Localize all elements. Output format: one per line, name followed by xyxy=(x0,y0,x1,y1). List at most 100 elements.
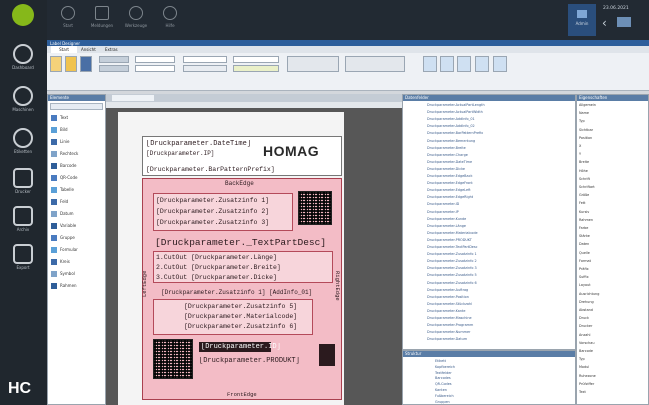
property-row[interactable]: Ausrichtung xyxy=(579,292,646,297)
header-datetime[interactable]: [Druckparameter.DateTime] xyxy=(146,140,251,148)
rail-item-export[interactable]: Export xyxy=(6,244,40,278)
property-row[interactable]: Ruhezone xyxy=(579,374,646,379)
qr-code-bottom[interactable] xyxy=(153,339,193,379)
tool-item[interactable]: Variable xyxy=(51,221,76,230)
save-icon[interactable] xyxy=(80,56,92,72)
field-list-item[interactable]: Druckparameter.BarPatternPrefix xyxy=(427,131,571,136)
property-row[interactable]: Position xyxy=(579,136,646,141)
property-row[interactable]: Schriftart xyxy=(579,185,646,190)
field-list-item[interactable]: Druckparameter.Programm xyxy=(427,323,571,328)
part-description[interactable]: [Druckparameter._TextPartDesc] xyxy=(155,237,326,248)
property-row[interactable]: Modul xyxy=(579,365,646,370)
rail-item-maschinen[interactable]: Maschinen xyxy=(6,86,40,120)
topbar-werkzeuge[interactable]: Werkzeuge xyxy=(119,6,153,28)
settings-icon[interactable] xyxy=(493,56,507,72)
font-select[interactable] xyxy=(135,56,175,63)
property-row[interactable]: Daten xyxy=(579,242,646,247)
forward-icon[interactable] xyxy=(617,17,631,27)
field-list-item[interactable]: Druckparameter.Zusatzinfo 2 xyxy=(427,259,571,264)
property-row[interactable]: Quelle xyxy=(579,251,646,256)
tool-item[interactable]: Text xyxy=(51,113,68,122)
field-list-item[interactable]: Druckparameter.Bemerkung xyxy=(427,139,571,144)
tab-ansicht[interactable]: Ansicht xyxy=(81,46,96,53)
field-produkt[interactable]: [Druckparameter.PRODUKT] xyxy=(199,357,300,365)
field-id[interactable]: [Druckparameter.ID] xyxy=(201,343,281,351)
rail-item-etiketten[interactable]: Etiketten xyxy=(6,128,40,162)
tool-item[interactable]: Kreis xyxy=(51,257,70,266)
header-box[interactable]: [Druckparameter.DateTime] [Druckparamete… xyxy=(142,136,342,176)
structure-item[interactable]: Barcodes xyxy=(435,376,571,381)
admin-button[interactable]: Admin xyxy=(568,4,596,36)
structure-item[interactable]: Fußbereich xyxy=(435,394,571,399)
color-palette[interactable] xyxy=(233,65,279,72)
structure-item[interactable]: Gruppen xyxy=(435,400,571,405)
tool-item[interactable]: Datum xyxy=(51,209,74,218)
field-list-item[interactable]: Druckparameter.Zusatzinfo 6 xyxy=(427,281,571,286)
topbar-hilfe[interactable]: Hilfe xyxy=(153,6,187,28)
size-select[interactable] xyxy=(135,65,175,72)
field-list-item[interactable]: Druckparameter.Position xyxy=(427,295,571,300)
field-list-item[interactable]: Druckparameter.Kante xyxy=(427,309,571,314)
property-row[interactable]: Fett xyxy=(579,201,646,206)
field-list-item[interactable]: Druckparameter.TextPartDesc xyxy=(427,245,571,250)
topbar-meldungen[interactable]: Meldungen xyxy=(85,6,119,28)
property-row[interactable]: Allgemein xyxy=(579,103,646,108)
tool-item[interactable]: Gruppe xyxy=(51,233,75,242)
property-row[interactable]: Druck xyxy=(579,316,646,321)
preview-icon[interactable] xyxy=(440,56,454,72)
icon-block[interactable] xyxy=(319,344,335,366)
field-list-item[interactable]: Druckparameter.EdgeFront xyxy=(427,181,571,186)
field-list-item[interactable]: Druckparameter.Stückzahl xyxy=(427,302,571,307)
property-row[interactable]: Y xyxy=(579,152,646,157)
tool-item[interactable]: Rechteck xyxy=(51,149,78,158)
property-row[interactable]: Format xyxy=(579,259,646,264)
back-icon[interactable]: ‹ xyxy=(602,16,607,30)
property-row[interactable]: Abstand xyxy=(579,308,646,313)
field-list-item[interactable]: Druckparameter.Maschine xyxy=(427,316,571,321)
field-zusatzinfo-2[interactable]: [Druckparameter.Zusatzinfo 2] xyxy=(156,208,269,215)
tool-item[interactable]: Feld xyxy=(51,197,68,206)
tool-item[interactable]: Symbol xyxy=(51,269,75,278)
property-row[interactable]: Präfix xyxy=(579,267,646,272)
property-row[interactable]: Suffix xyxy=(579,275,646,280)
field-list-item[interactable]: Druckparameter.Auftrag xyxy=(427,288,571,293)
tool-item[interactable]: Rahmen xyxy=(51,281,77,290)
tool-item[interactable]: Tabelle xyxy=(51,185,74,194)
info-row[interactable]: [Druckparameter.Zusatzinfo 1] [AddInfo_0… xyxy=(161,289,312,296)
toolbox-search-input[interactable] xyxy=(50,103,103,110)
property-row[interactable]: Stärke xyxy=(579,234,646,239)
tool-item[interactable]: Linie xyxy=(51,137,69,146)
property-row[interactable]: Vorschau xyxy=(579,341,646,346)
cutout-2[interactable]: 2.CutOut [Druckparameter.Breite] xyxy=(156,264,281,271)
field-list-item[interactable]: Druckparameter.EdgeBack xyxy=(427,174,571,179)
qr-code-top[interactable] xyxy=(298,191,332,225)
cutout-group[interactable]: 1.CutOut [Druckparameter.Länge] 2.CutOut… xyxy=(153,251,333,283)
header-ip[interactable]: [Druckparameter.IP] xyxy=(146,150,214,157)
tool-item[interactable]: Barcode xyxy=(51,161,76,170)
tab-extras[interactable]: Extras xyxy=(105,46,118,53)
field-list-item[interactable]: Druckparameter.Materialcode xyxy=(427,231,571,236)
new-file-icon[interactable] xyxy=(50,56,62,72)
field-list-item[interactable]: Druckparameter.Datum xyxy=(427,337,571,342)
field-list-item[interactable]: Druckparameter.EdgeRight xyxy=(427,195,571,200)
rail-item-archiv[interactable]: Archiv xyxy=(6,206,40,240)
field-list-item[interactable]: Druckparameter.Zusatzinfo 5 xyxy=(427,273,571,278)
field-list-item[interactable]: Druckparameter.AddInfo_02 xyxy=(427,124,571,129)
property-row[interactable]: Typ xyxy=(579,119,646,124)
property-row[interactable]: Kursiv xyxy=(579,210,646,215)
field-zusatzinfo-3[interactable]: [Druckparameter.Zusatzinfo 3] xyxy=(156,219,269,226)
field-list-item[interactable]: Druckparameter.EdgeLeft xyxy=(427,188,571,193)
rail-item-dashboard[interactable]: Dashboard xyxy=(6,44,40,78)
field-list-item[interactable]: Druckparameter.Kunde xyxy=(427,217,571,222)
topbar-start[interactable]: Start xyxy=(51,6,85,28)
tool-item[interactable]: Formular xyxy=(51,245,78,254)
zusatzinfo-group[interactable]: [Druckparameter.Zusatzinfo 1] [Druckpara… xyxy=(153,193,293,231)
structure-item[interactable]: Etikett xyxy=(435,359,571,364)
field-list-item[interactable]: Druckparameter.DateTime xyxy=(427,160,571,165)
zoom-icon[interactable] xyxy=(423,56,437,72)
material-group[interactable]: [Druckparameter.Zusatzinfo 5] [Druckpara… xyxy=(153,299,313,335)
property-row[interactable]: Höhe xyxy=(579,169,646,174)
field-list-item[interactable]: Druckparameter.Nummer xyxy=(427,330,571,335)
field-list-item[interactable]: Druckparameter.AddInfo_01 xyxy=(427,117,571,122)
field-zusatzinfo-6[interactable]: [Druckparameter.Zusatzinfo 6] xyxy=(184,323,297,330)
